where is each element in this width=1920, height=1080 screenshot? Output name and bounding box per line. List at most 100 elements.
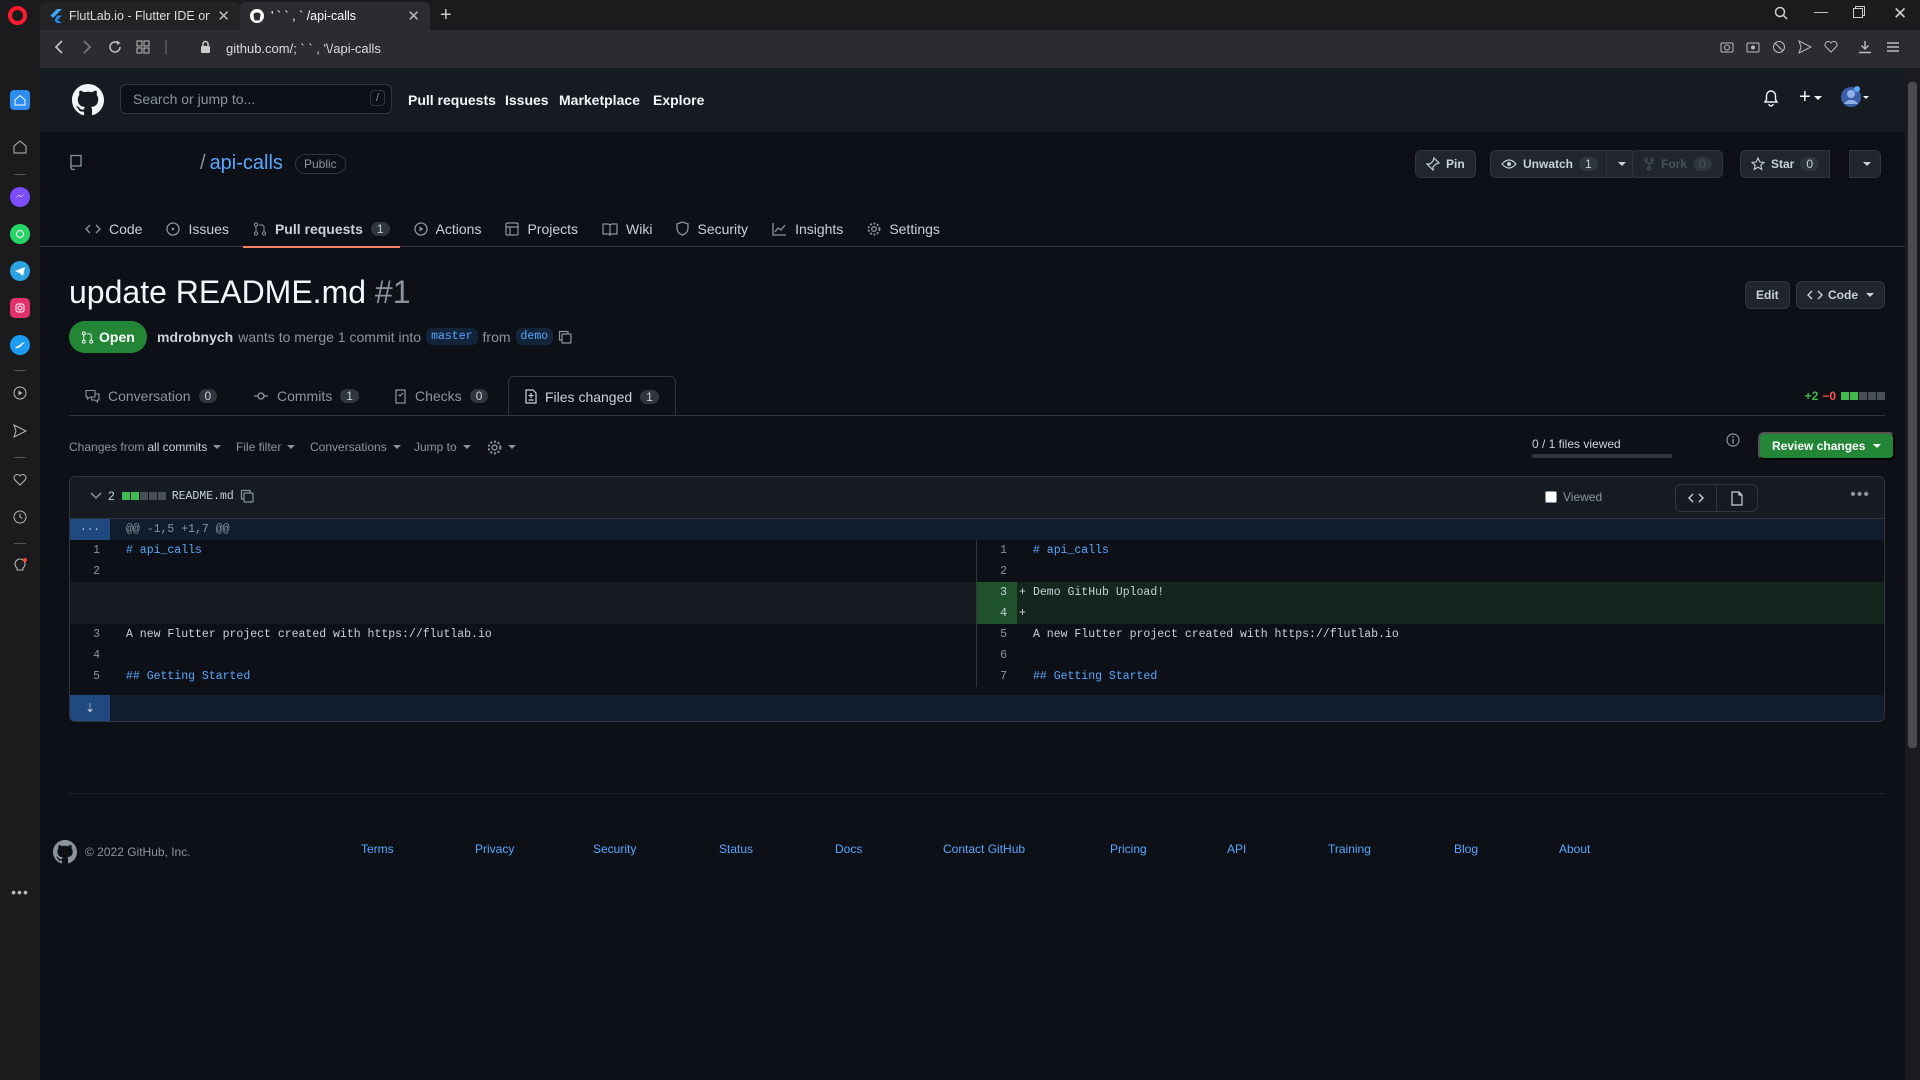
right-line-number[interactable]: 2 bbox=[977, 561, 1017, 582]
search-input[interactable]: Search or jump to... / bbox=[120, 84, 392, 114]
twitter-icon[interactable] bbox=[10, 335, 30, 355]
url-field[interactable]: github.com/; ` ` , '\/api-calls bbox=[226, 41, 381, 56]
close-tab-icon[interactable]: ✕ bbox=[407, 7, 420, 25]
camera-icon[interactable] bbox=[1746, 40, 1760, 54]
footer-link-status[interactable]: Status bbox=[719, 842, 753, 856]
footer-link-about[interactable]: About bbox=[1559, 842, 1590, 856]
expand-down-icon[interactable]: ⇣ bbox=[70, 695, 110, 721]
changes-from-dropdown[interactable]: Changes from all commits bbox=[69, 437, 222, 457]
tab-pull-requests[interactable]: Pull requests 1 bbox=[242, 210, 400, 248]
footer-link-pricing[interactable]: Pricing bbox=[1110, 842, 1147, 856]
right-line-number[interactable]: 6 bbox=[977, 645, 1017, 666]
footer-link-blog[interactable]: Blog bbox=[1454, 842, 1478, 856]
tab-code[interactable]: Code bbox=[75, 210, 152, 247]
opera-logo-icon[interactable] bbox=[8, 6, 27, 25]
history-icon[interactable] bbox=[10, 507, 30, 527]
nav-explore[interactable]: Explore bbox=[653, 92, 704, 108]
search-tabs-icon[interactable] bbox=[1774, 6, 1788, 20]
tab-checks[interactable]: Checks 0 bbox=[378, 376, 504, 416]
info-icon[interactable] bbox=[1726, 433, 1740, 447]
lock-icon[interactable] bbox=[200, 40, 211, 54]
snapshot-icon[interactable] bbox=[1720, 40, 1734, 54]
footer-link-api[interactable]: API bbox=[1227, 842, 1246, 856]
telegram-icon[interactable] bbox=[10, 261, 30, 281]
left-line-number[interactable]: 4 bbox=[70, 645, 110, 666]
copy-path-icon[interactable] bbox=[240, 489, 254, 503]
view-source-button[interactable] bbox=[1675, 484, 1717, 512]
right-line-number[interactable]: 7 bbox=[977, 666, 1017, 687]
minimize-button[interactable]: — bbox=[1814, 3, 1828, 19]
repo-name[interactable]: api-calls bbox=[210, 152, 283, 174]
tab-settings[interactable]: Settings bbox=[857, 210, 950, 247]
nav-pull-requests[interactable]: Pull requests bbox=[408, 92, 496, 108]
footer-link-privacy[interactable]: Privacy bbox=[475, 842, 514, 856]
more-icon[interactable]: ••• bbox=[10, 882, 30, 902]
right-line-number[interactable]: 3 bbox=[977, 582, 1017, 603]
tab-issues[interactable]: Issues bbox=[156, 210, 238, 247]
whatsapp-icon[interactable] bbox=[10, 224, 30, 244]
collapse-chevron-icon[interactable] bbox=[90, 492, 102, 500]
review-changes-button[interactable]: Review changes bbox=[1758, 432, 1896, 460]
speed-dial-icon[interactable] bbox=[136, 40, 150, 54]
avatar[interactable] bbox=[1841, 86, 1869, 108]
nav-issues[interactable]: Issues bbox=[505, 92, 549, 108]
star-list-dropdown[interactable] bbox=[1849, 150, 1881, 178]
jump-to-dropdown[interactable]: Jump to bbox=[414, 437, 471, 457]
unwatch-button[interactable]: Unwatch 1 bbox=[1490, 150, 1637, 178]
base-branch[interactable]: master bbox=[426, 328, 478, 345]
messenger-icon[interactable] bbox=[10, 187, 30, 207]
right-line-number[interactable]: 1 bbox=[977, 540, 1017, 561]
tab-insights[interactable]: Insights bbox=[762, 210, 853, 247]
checkbox[interactable] bbox=[1545, 491, 1557, 503]
pin-button[interactable]: Pin bbox=[1415, 150, 1476, 178]
flow-icon[interactable] bbox=[10, 421, 30, 441]
easy-setup-icon[interactable] bbox=[1886, 40, 1900, 54]
close-tab-icon[interactable]: ✕ bbox=[217, 7, 230, 25]
left-line-number[interactable]: 5 bbox=[70, 666, 110, 687]
more-options-icon[interactable]: ••• bbox=[1850, 486, 1870, 504]
page-scrollbar[interactable] bbox=[1905, 68, 1920, 1080]
instagram-icon[interactable] bbox=[10, 298, 30, 318]
right-line-number[interactable]: 4 bbox=[977, 603, 1017, 624]
player-icon[interactable] bbox=[10, 383, 30, 403]
right-line-number[interactable]: 5 bbox=[977, 624, 1017, 645]
restore-button[interactable] bbox=[1853, 6, 1865, 18]
back-icon[interactable] bbox=[54, 40, 64, 54]
edit-title-button[interactable]: Edit bbox=[1745, 281, 1790, 309]
footer-link-terms[interactable]: Terms bbox=[361, 842, 394, 856]
file-name-link[interactable]: README.md bbox=[172, 490, 234, 503]
tab-files-changed[interactable]: Files changed 1 bbox=[508, 376, 676, 417]
head-branch[interactable]: demo bbox=[515, 328, 554, 345]
pinboard-icon[interactable] bbox=[10, 137, 30, 157]
notifications-bell-icon[interactable] bbox=[1763, 90, 1779, 107]
left-line-number[interactable]: 1 bbox=[70, 540, 110, 561]
tab-wiki[interactable]: Wiki bbox=[592, 210, 662, 247]
star-button[interactable]: Star 0 bbox=[1740, 150, 1831, 178]
pr-author-link[interactable]: mdrobnych bbox=[157, 329, 233, 345]
tab-projects[interactable]: Projects bbox=[495, 210, 588, 247]
browser-tab-flutlab[interactable]: FlutLab.io - Flutter IDE onli ✕ bbox=[40, 2, 240, 30]
lightbulb-icon[interactable] bbox=[10, 556, 30, 576]
tab-commits[interactable]: Commits 1 bbox=[237, 376, 375, 416]
tab-security[interactable]: Security bbox=[666, 210, 758, 247]
left-line-number[interactable]: 2 bbox=[70, 561, 110, 582]
scrollbar-thumb[interactable] bbox=[1908, 82, 1917, 748]
reload-icon[interactable] bbox=[108, 40, 122, 54]
view-file-button[interactable] bbox=[1716, 484, 1758, 512]
footer-link-docs[interactable]: Docs bbox=[835, 842, 862, 856]
create-new-plus-icon[interactable]: + bbox=[1799, 86, 1822, 109]
github-logo-icon[interactable] bbox=[72, 84, 104, 116]
forward-icon[interactable] bbox=[82, 40, 92, 54]
footer-link-contact[interactable]: Contact GitHub bbox=[943, 842, 1025, 856]
heart-icon[interactable] bbox=[1824, 40, 1838, 54]
conversations-dropdown[interactable]: Conversations bbox=[310, 437, 401, 457]
left-line-number[interactable]: 3 bbox=[70, 624, 110, 645]
adblock-icon[interactable] bbox=[1772, 40, 1786, 54]
repo-name-link[interactable]: / api-calls bbox=[200, 152, 283, 175]
file-filter-dropdown[interactable]: File filter bbox=[236, 437, 296, 457]
nav-marketplace[interactable]: Marketplace bbox=[559, 92, 640, 108]
close-window-button[interactable]: ✕ bbox=[1893, 4, 1907, 24]
download-icon[interactable] bbox=[1858, 40, 1872, 54]
chevron-down-icon[interactable] bbox=[1617, 162, 1626, 166]
footer-link-training[interactable]: Training bbox=[1328, 842, 1371, 856]
